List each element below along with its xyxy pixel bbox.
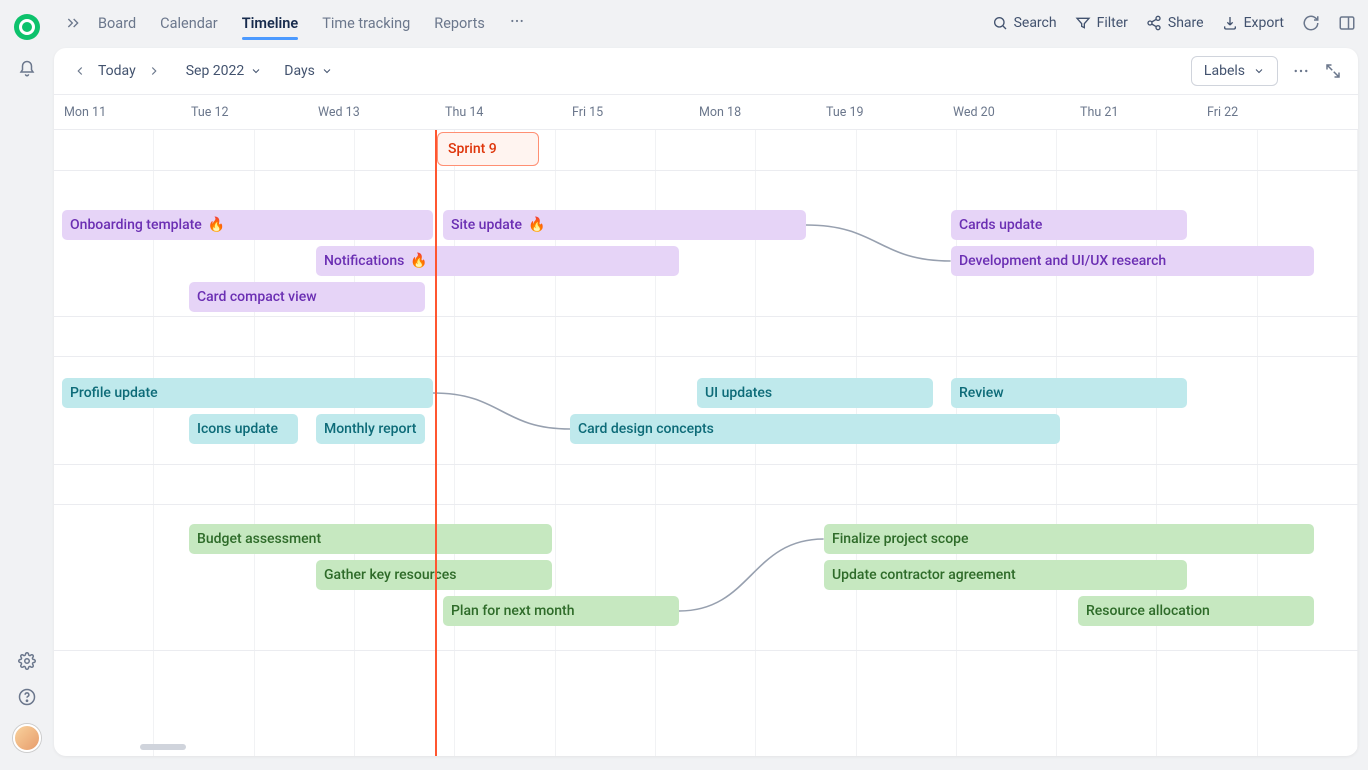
task-card[interactable]: Card design concepts (570, 414, 1060, 444)
help-icon[interactable] (18, 688, 36, 706)
timeline-panel: Today Sep 2022 Days Labels (54, 48, 1358, 756)
day-header: Fri 22 (1197, 95, 1324, 129)
task-card[interactable]: Site update🔥 (443, 210, 806, 240)
avatar[interactable] (13, 724, 41, 752)
day-header: Wed 20 (943, 95, 1070, 129)
panel-toolbar: Today Sep 2022 Days Labels (54, 48, 1358, 94)
task-card[interactable]: Plan for next month (443, 596, 679, 626)
task-card[interactable]: Budget assessment (189, 524, 552, 554)
timeline-grid[interactable]: Sprint 9 Onboarding template🔥 Site update🔥… (54, 130, 1358, 756)
task-card[interactable]: Cards update (951, 210, 1187, 240)
scale-label: Days (284, 63, 315, 79)
fire-icon: 🔥 (410, 253, 427, 269)
task-card[interactable]: Review (951, 378, 1187, 408)
month-select[interactable]: Sep 2022 (186, 63, 263, 79)
gear-icon[interactable] (18, 652, 36, 670)
day-header: Tue 19 (816, 95, 943, 129)
tab-timeline[interactable]: Timeline (242, 5, 299, 42)
task-card[interactable]: Update contractor agreement (824, 560, 1187, 590)
tab-calendar[interactable]: Calendar (160, 5, 218, 42)
refresh-icon[interactable] (1302, 14, 1320, 32)
share-label: Share (1168, 15, 1204, 31)
search-label: Search (1014, 15, 1057, 31)
labels-select[interactable]: Labels (1191, 56, 1278, 86)
tab-board[interactable]: Board (98, 5, 136, 42)
view-tabs: Board Calendar Timeline Time tracking Re… (98, 5, 525, 42)
more-icon[interactable] (1292, 62, 1310, 80)
month-label: Sep 2022 (186, 63, 245, 79)
chevron-down-icon (321, 65, 333, 77)
day-header: Mon 18 (689, 95, 816, 129)
app-logo[interactable] (14, 14, 40, 40)
expand-sidebar-icon[interactable] (62, 12, 84, 34)
search-button[interactable]: Search (992, 15, 1057, 31)
task-card[interactable]: Onboarding template🔥 (62, 210, 433, 240)
topbar: Board Calendar Timeline Time tracking Re… (54, 0, 1368, 46)
scrollbar-thumb[interactable] (140, 744, 186, 750)
chevron-down-icon (1253, 65, 1265, 77)
today-button[interactable]: Today (94, 63, 140, 79)
export-button[interactable]: Export (1222, 15, 1284, 31)
day-header: Wed 13 (308, 95, 435, 129)
next-period-button[interactable] (144, 61, 164, 81)
export-label: Export (1244, 15, 1284, 31)
tab-time-tracking[interactable]: Time tracking (322, 5, 410, 42)
filter-icon (1075, 15, 1091, 31)
day-header: Thu 14 (435, 95, 562, 129)
filter-button[interactable]: Filter (1075, 15, 1128, 31)
day-header: Mon 11 (54, 95, 181, 129)
day-header: Fri 15 (562, 95, 689, 129)
tab-reports[interactable]: Reports (434, 5, 485, 42)
labels-label: Labels (1204, 63, 1245, 79)
fire-icon: 🔥 (208, 217, 225, 233)
bell-icon[interactable] (18, 60, 36, 78)
day-header: Tue 12 (181, 95, 308, 129)
export-icon (1222, 15, 1238, 31)
tab-more-icon[interactable] (509, 13, 525, 33)
task-card[interactable]: Monthly report (316, 414, 425, 444)
task-card[interactable]: Development and UI/UX research (951, 246, 1314, 276)
task-card[interactable]: Finalize project scope (824, 524, 1314, 554)
fire-icon: 🔥 (528, 217, 545, 233)
left-rail (0, 0, 54, 770)
task-card[interactable]: Profile update (62, 378, 433, 408)
task-card[interactable]: Resource allocation (1078, 596, 1314, 626)
prev-period-button[interactable] (70, 61, 90, 81)
scale-select[interactable]: Days (284, 63, 333, 79)
share-button[interactable]: Share (1146, 15, 1204, 31)
search-icon (992, 15, 1008, 31)
fullscreen-icon[interactable] (1324, 62, 1342, 80)
sprint-marker[interactable]: Sprint 9 (437, 132, 539, 166)
panel-toggle-icon[interactable] (1338, 14, 1356, 32)
task-card[interactable]: Notifications🔥 (316, 246, 679, 276)
filter-label: Filter (1097, 15, 1128, 31)
day-header: Thu 21 (1070, 95, 1197, 129)
chevron-down-icon (250, 65, 262, 77)
date-header: Mon 11Tue 12Wed 13Thu 14Fri 15Mon 18Tue … (54, 94, 1358, 130)
task-card[interactable]: UI updates (697, 378, 933, 408)
share-icon (1146, 15, 1162, 31)
today-line (435, 130, 437, 756)
task-card[interactable]: Icons update (189, 414, 298, 444)
task-card[interactable]: Card compact view (189, 282, 425, 312)
